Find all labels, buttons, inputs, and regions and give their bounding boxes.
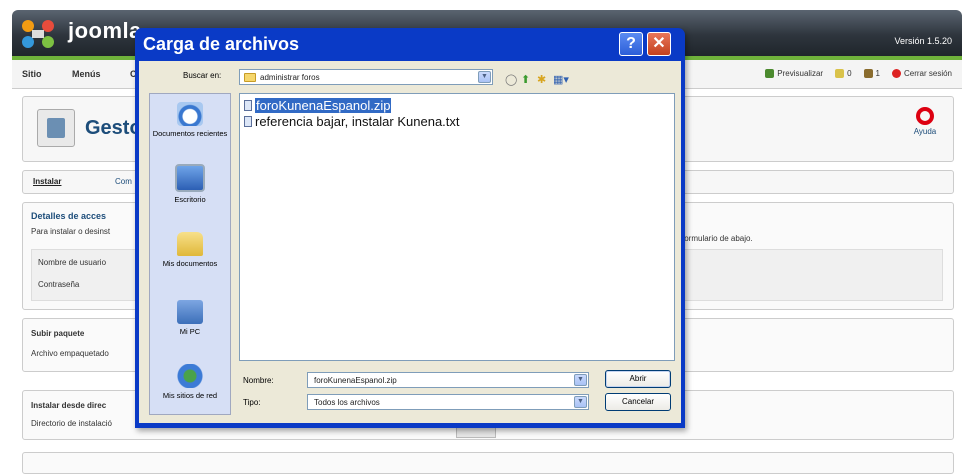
dialog-body: Buscar en: administrar foros ▼ ◯ ⬆ ✱ ▦▾ …	[139, 61, 681, 423]
ftp-intro: Para instalar o desinst	[31, 227, 111, 236]
menu-sitio[interactable]: Sitio	[22, 69, 42, 79]
folder-icon	[244, 73, 256, 82]
file-type-label: Tipo:	[243, 398, 261, 407]
ftp-intro-right: formulario de abajo.	[682, 234, 753, 243]
place-network[interactable]: Mis sitios de red	[150, 364, 230, 400]
dialog-title: Carga de archivos	[143, 34, 300, 54]
file-list[interactable]: foroKunenaEspanol.zip referencia bajar, …	[239, 93, 675, 361]
file-upload-dialog: Carga de archivos ? ✕ Buscar en: adminis…	[135, 28, 685, 428]
tab-install[interactable]: Instalar	[33, 177, 61, 186]
chevron-down-icon[interactable]: ▼	[478, 71, 491, 83]
zip-file-icon	[244, 100, 252, 111]
list-item[interactable]: foroKunenaEspanol.zip	[244, 97, 393, 114]
my-computer-icon	[177, 300, 203, 324]
messages-link[interactable]: 0	[835, 69, 852, 78]
install-dir-title: Instalar desde direc	[31, 401, 107, 410]
logout-link[interactable]: Cerrar sesión	[891, 69, 952, 78]
users-link[interactable]: 1	[863, 69, 880, 78]
help-icon	[916, 107, 934, 125]
joomla-logo-icon	[22, 20, 54, 48]
ftp-legend: Detalles de acces	[31, 211, 107, 221]
desktop-icon	[175, 164, 205, 192]
recent-documents-icon	[177, 102, 203, 126]
password-label: Contraseña	[38, 280, 80, 289]
text-file-icon	[244, 116, 252, 127]
places-bar: Documentos recientes Escritorio Mis docu…	[149, 93, 231, 415]
network-places-icon	[177, 364, 203, 388]
my-documents-icon	[177, 232, 203, 256]
file-name-input[interactable]: foroKunenaEspanol.zip ▼	[307, 372, 589, 388]
page-title: Gesto	[85, 117, 142, 139]
new-folder-icon[interactable]: ✱	[537, 73, 546, 86]
file-name-label: Nombre:	[243, 376, 274, 385]
install-dir-label: Directorio de instalació	[31, 419, 112, 428]
place-my-computer[interactable]: Mi PC	[150, 300, 230, 336]
chevron-down-icon[interactable]: ▼	[574, 396, 587, 408]
dialog-close-button[interactable]: ✕	[647, 32, 671, 56]
users-icon	[863, 69, 873, 78]
username-label: Nombre de usuario	[38, 258, 107, 267]
installer-icon	[37, 109, 75, 147]
place-my-documents[interactable]: Mis documentos	[150, 232, 230, 268]
upload-title: Subir paquete	[31, 329, 85, 338]
install-url-section	[22, 452, 954, 474]
messages-icon	[835, 69, 845, 78]
place-recent-documents[interactable]: Documentos recientes	[150, 102, 230, 138]
tab-components[interactable]: Com	[115, 177, 132, 186]
help-button[interactable]: Ayuda	[905, 107, 945, 136]
joomla-version: Versión 1.5.20	[894, 36, 952, 46]
joomla-site-title: joomla	[68, 18, 142, 43]
header-right-links: Previsualizar 0 1 Cerrar sesión	[765, 69, 952, 78]
up-folder-icon[interactable]: ⬆	[521, 73, 530, 86]
chevron-down-icon[interactable]: ▼	[574, 374, 587, 386]
cancel-button[interactable]: Cancelar	[605, 393, 671, 411]
place-desktop[interactable]: Escritorio	[150, 164, 230, 204]
list-item[interactable]: referencia bajar, instalar Kunena.txt	[244, 114, 460, 129]
package-file-label: Archivo empaquetado	[31, 349, 109, 358]
back-icon[interactable]: ◯	[505, 73, 517, 86]
preview-link[interactable]: Previsualizar	[765, 69, 823, 78]
menu-menus[interactable]: Menús	[72, 69, 101, 79]
view-menu-icon[interactable]: ▦▾	[553, 73, 569, 86]
look-in-label: Buscar en:	[183, 71, 222, 80]
logout-icon	[891, 69, 901, 78]
open-button[interactable]: Abrir	[605, 370, 671, 388]
file-type-select[interactable]: Todos los archivos ▼	[307, 394, 589, 410]
dialog-help-button[interactable]: ?	[619, 32, 643, 56]
look-in-select[interactable]: administrar foros ▼	[239, 69, 493, 85]
preview-icon	[765, 69, 775, 78]
